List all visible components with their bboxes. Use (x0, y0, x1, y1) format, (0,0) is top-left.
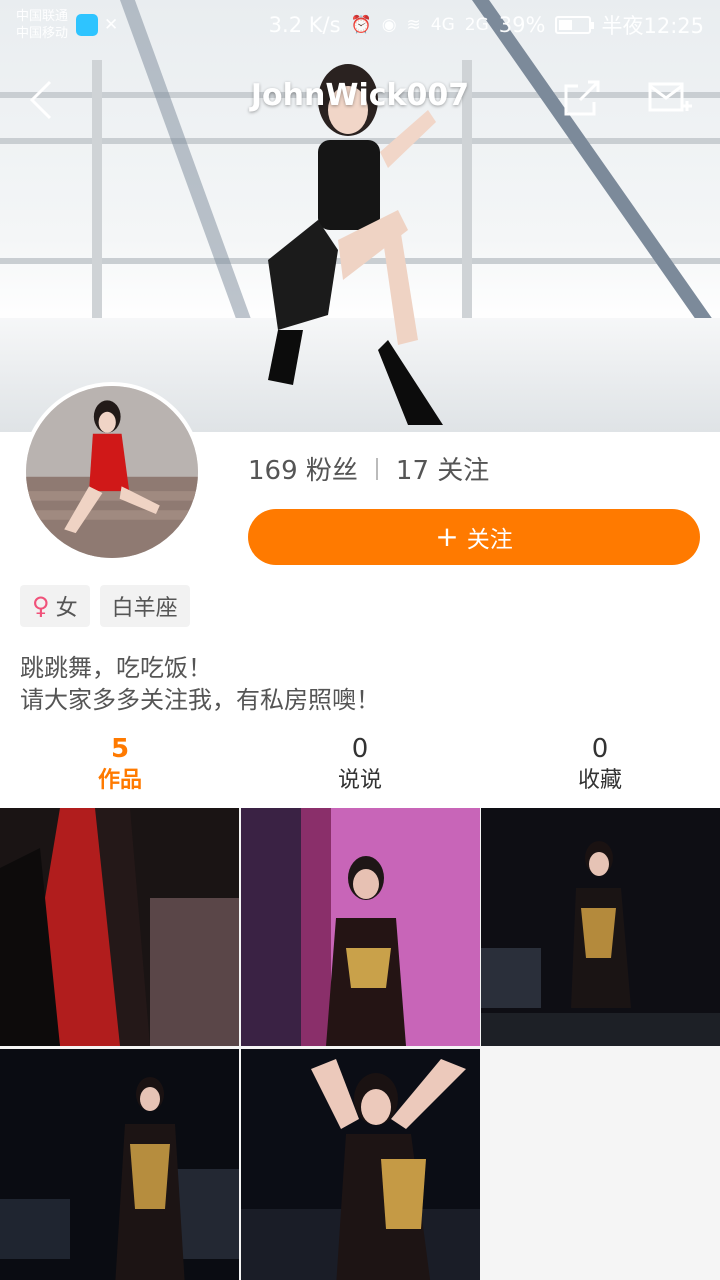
works-grid (0, 808, 720, 1280)
net-speed: 3.2 K/s (268, 13, 341, 37)
zodiac-tag: 白羊座 (99, 585, 190, 627)
tab-posts[interactable]: 0 说说 (240, 732, 480, 802)
follow-label: 关注 (466, 527, 513, 553)
page-title: JohnWick007 (250, 78, 470, 113)
gender-label: 女 (55, 596, 78, 621)
cover-image (0, 0, 720, 432)
message-add-icon[interactable] (644, 74, 694, 122)
work-thumbnail[interactable] (241, 808, 480, 1046)
work-thumbnail[interactable] (0, 808, 239, 1046)
signal-4g: 4G (430, 15, 455, 35)
female-icon: ♀ (32, 592, 50, 620)
fans-count[interactable]: 169 粉丝 (248, 450, 358, 487)
work-thumbnail[interactable] (481, 808, 720, 1046)
avatar[interactable] (22, 382, 202, 562)
wifi-icon: ≋ (406, 15, 421, 35)
carrier-info: 中国联通 中国移动 (16, 8, 68, 42)
tab-count: 0 (351, 734, 369, 764)
zodiac-label: 白羊座 (111, 596, 178, 621)
signal-2g: 2G (464, 15, 489, 35)
carrier-2: 中国移动 (16, 26, 69, 41)
tab-count: 5 (110, 734, 130, 764)
profile-tags: ♀ 女 白羊座 (20, 585, 190, 627)
work-thumbnail[interactable] (241, 1049, 480, 1280)
clock: 半夜12:25 (601, 14, 704, 38)
content-tabs: 5 作品 0 说说 0 收藏 (0, 732, 720, 802)
alarm-icon: ⏰ (350, 15, 372, 35)
bio-line-1: 跳跳舞，吃吃饭！ (20, 654, 212, 682)
following-count[interactable]: 17 关注 (396, 450, 489, 487)
tab-label: 说说 (337, 768, 382, 793)
bio-line-2: 请大家多多关注我，有私房照噢！ (20, 686, 380, 714)
tab-label: 收藏 (577, 768, 622, 793)
battery-percent: 39% (498, 13, 546, 37)
plus-icon: + (435, 520, 459, 553)
avatar-photo (26, 386, 198, 558)
battery-icon (555, 16, 595, 34)
tab-works[interactable]: 5 作品 (0, 732, 240, 802)
app-notification-icon (76, 14, 99, 36)
share-icon[interactable] (558, 74, 606, 122)
carrier-1: 中国联通 (16, 9, 69, 24)
tab-favorites[interactable]: 0 收藏 (480, 732, 720, 802)
tab-count: 0 (591, 734, 609, 764)
status-bar: 中国联通 中国移动 ✕ 3.2 K/s ⏰ ◉ ≋ 4G 2G 39% 半夜12… (0, 0, 720, 50)
bio: 跳跳舞，吃吃饭！ 请大家多多关注我，有私房照噢！ (20, 652, 380, 716)
profile-stats: 169 粉丝 17 关注 (248, 450, 489, 487)
work-thumbnail[interactable] (0, 1049, 239, 1280)
eye-icon: ◉ (381, 15, 397, 35)
gender-tag: ♀ 女 (20, 585, 90, 627)
tab-label: 作品 (97, 768, 142, 793)
stats-divider (375, 457, 378, 480)
follow-button[interactable]: + 关注 (248, 509, 700, 565)
top-nav: JohnWick007 (0, 70, 720, 130)
notification-off-icon: ✕ (104, 15, 119, 35)
